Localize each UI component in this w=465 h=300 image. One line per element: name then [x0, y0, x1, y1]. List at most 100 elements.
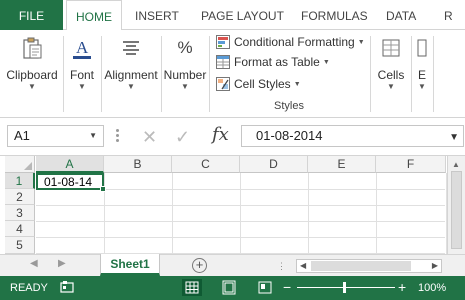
fill-handle[interactable]: [100, 186, 106, 192]
gridline: [172, 173, 173, 254]
tab-page-layout[interactable]: PAGE LAYOUT: [201, 0, 284, 30]
cell-a1[interactable]: 01-08-14: [36, 173, 106, 192]
horizontal-scrollbar[interactable]: ◀ ▶: [296, 259, 442, 273]
cells-button[interactable]: Cells ▼: [372, 32, 410, 114]
column-header[interactable]: D: [240, 156, 308, 173]
normal-view-button[interactable]: [182, 279, 202, 296]
formula-bar: A1 ▼ ✕ ✓ fx 01-08-2014 ▼: [0, 118, 465, 156]
tab-file[interactable]: FILE: [0, 0, 63, 30]
clipboard-label: Clipboard: [6, 68, 58, 82]
formula-value: 01-08-2014: [256, 128, 323, 143]
row-header[interactable]: 2: [5, 189, 35, 205]
status-text: READY: [10, 282, 48, 294]
next-sheet-icon[interactable]: ▶: [58, 258, 66, 269]
format-as-table-icon: [216, 55, 230, 69]
svg-text:A: A: [76, 38, 89, 57]
cell-styles-label: Cell Styles: [234, 77, 291, 91]
chevron-down-icon: ▼: [78, 82, 86, 91]
alignment-button[interactable]: Alignment ▼: [102, 32, 160, 114]
zoom-slider-track[interactable]: [297, 287, 395, 288]
status-bar: READY − + 100%: [0, 276, 465, 300]
format-as-table-button[interactable]: Format as Table ▼: [216, 53, 330, 71]
tab-formulas[interactable]: FORMULAS: [301, 0, 368, 30]
cells-label: Cells: [377, 68, 405, 82]
row-header[interactable]: 4: [5, 221, 35, 237]
column-header[interactable]: F: [376, 156, 446, 173]
column-header[interactable]: E: [308, 156, 376, 173]
row-header[interactable]: 3: [5, 205, 35, 221]
clipboard-icon: [20, 36, 44, 60]
gridline: [308, 173, 309, 254]
page-break-preview-button[interactable]: [255, 279, 275, 296]
conditional-formatting-icon: [216, 35, 230, 49]
gridline: [376, 173, 377, 254]
format-as-table-label: Format as Table: [234, 55, 320, 69]
editing-icon: [410, 36, 434, 60]
zoom-level[interactable]: 100%: [418, 282, 446, 294]
cells-icon: [379, 36, 403, 60]
chevron-down-icon: ▼: [418, 82, 426, 91]
tab-split-handle[interactable]: ⋮: [277, 261, 286, 272]
chevron-down-icon: ▼: [181, 82, 189, 91]
styles-group-label: Styles: [274, 100, 304, 112]
column-header[interactable]: C: [172, 156, 240, 173]
column-header[interactable]: B: [104, 156, 172, 173]
scroll-left-icon[interactable]: ◀: [300, 261, 306, 270]
zoom-out-button[interactable]: −: [283, 279, 291, 295]
sheet-tab-bar: ◀ ▶ Sheet1 + ⋮ ◀ ▶: [0, 254, 465, 276]
insert-function-button[interactable]: fx: [212, 124, 229, 145]
tab-insert[interactable]: INSERT: [135, 0, 179, 30]
chevron-down-icon: ▼: [322, 59, 330, 66]
ribbon-divider: [433, 36, 434, 112]
number-button[interactable]: % Number ▼: [162, 32, 208, 114]
chevron-down-icon: ▼: [293, 81, 301, 88]
formula-bar-grip[interactable]: [116, 129, 120, 143]
column-header[interactable]: A: [36, 156, 104, 173]
clipboard-button[interactable]: Clipboard ▼: [2, 32, 62, 114]
vertical-scroll-thumb[interactable]: [451, 171, 462, 249]
percent-icon: %: [177, 38, 193, 57]
tab-review-partial[interactable]: R: [444, 0, 453, 30]
worksheet-grid: A B C D E F 1 2 3 4 5 01-08-14 ▲: [0, 156, 465, 254]
previous-sheet-icon[interactable]: ◀: [30, 258, 38, 269]
zoom-slider-thumb[interactable]: [343, 282, 346, 293]
cancel-icon[interactable]: ✕: [142, 126, 157, 148]
chevron-down-icon: ▼: [127, 82, 135, 91]
sheet-tab-sheet1[interactable]: Sheet1: [100, 254, 160, 276]
gridline: [240, 173, 241, 254]
chevron-down-icon: ▼: [357, 39, 365, 46]
editing-button[interactable]: E ▼: [412, 32, 432, 114]
chevron-down-icon[interactable]: ▼: [89, 126, 97, 146]
ribbon-divider: [209, 36, 210, 112]
name-box[interactable]: A1 ▼: [7, 125, 104, 147]
ribbon-tab-bar: FILE HOME INSERT PAGE LAYOUT FORMULAS DA…: [0, 0, 465, 31]
font-button[interactable]: A Font ▼: [64, 32, 100, 114]
row-header[interactable]: 5: [5, 237, 35, 254]
editing-label: E: [417, 68, 426, 82]
select-all-icon: [24, 162, 32, 170]
scroll-up-icon[interactable]: ▲: [452, 160, 460, 169]
select-all-button[interactable]: [5, 156, 35, 173]
horizontal-scroll-thumb[interactable]: [311, 261, 411, 271]
row-header[interactable]: 1: [5, 173, 35, 189]
vertical-scrollbar[interactable]: ▲: [447, 156, 465, 254]
expand-formula-bar-icon[interactable]: ▼: [449, 128, 459, 148]
cell-styles-button[interactable]: Cell Styles ▼: [216, 75, 301, 93]
formula-input[interactable]: 01-08-2014 ▼: [241, 125, 464, 147]
cell-styles-icon: [216, 77, 230, 91]
tab-home[interactable]: HOME: [66, 0, 122, 31]
conditional-formatting-label: Conditional Formatting: [234, 35, 355, 49]
new-sheet-button[interactable]: +: [192, 258, 207, 273]
alignment-label: Alignment: [104, 68, 158, 82]
chevron-down-icon: ▼: [28, 82, 36, 91]
page-layout-view-button[interactable]: [219, 279, 239, 296]
zoom-in-button[interactable]: +: [398, 279, 406, 295]
tab-data[interactable]: DATA: [386, 0, 416, 30]
cell-a1-value: 01-08-14: [44, 175, 93, 189]
macro-record-icon[interactable]: [60, 280, 74, 294]
conditional-formatting-button[interactable]: Conditional Formatting ▼: [216, 33, 365, 51]
font-icon: A: [70, 36, 94, 60]
chevron-down-icon: ▼: [387, 82, 395, 91]
enter-icon[interactable]: ✓: [175, 126, 190, 148]
scroll-right-icon[interactable]: ▶: [432, 261, 438, 270]
